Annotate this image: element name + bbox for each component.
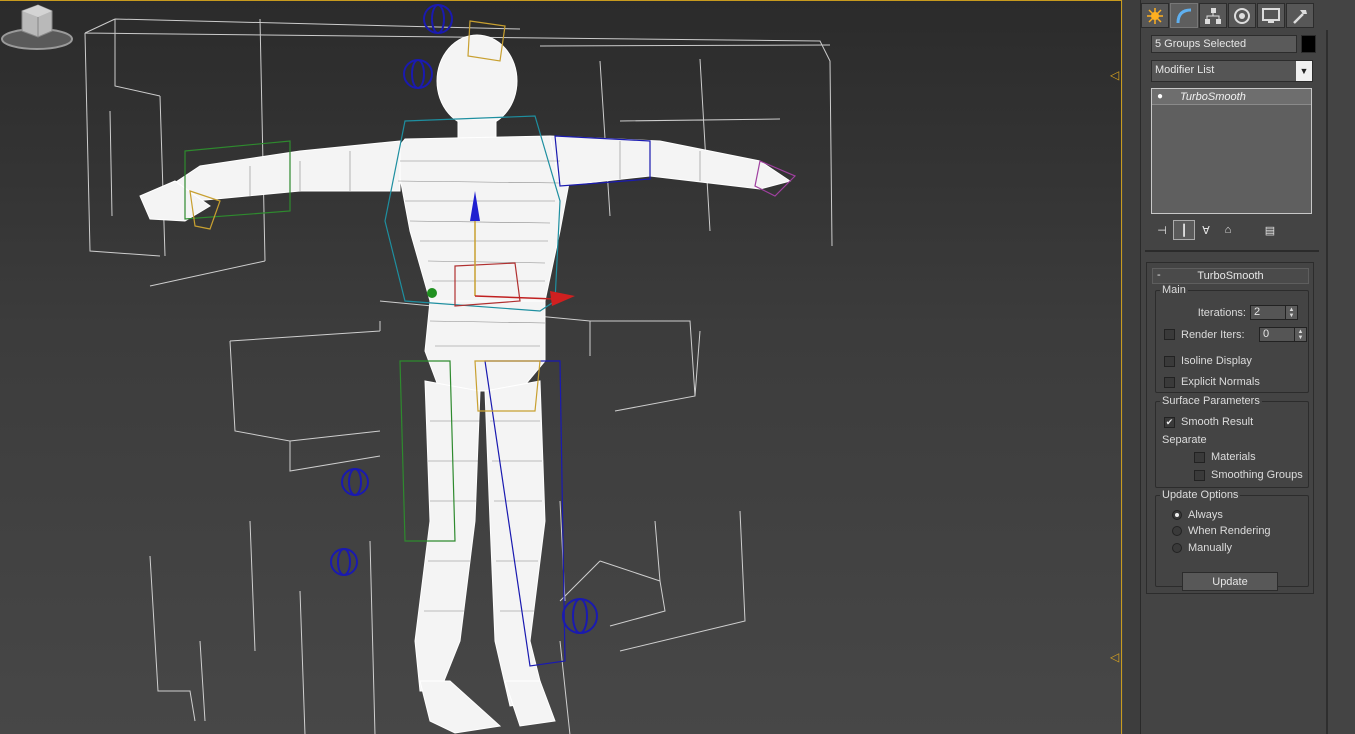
hierarchy-tab[interactable] — [1199, 3, 1227, 28]
object-color-swatch[interactable] — [1301, 35, 1316, 53]
viewport-panel-divider[interactable] — [1123, 0, 1141, 734]
modify-tab[interactable] — [1170, 3, 1198, 28]
option-when-rendering-row: When Rendering — [1172, 525, 1271, 537]
stack-toolbar: ⊣ ┃ ∀ ⌂ ▤ — [1151, 219, 1316, 241]
stack-item-label: TurboSmooth — [1180, 90, 1246, 103]
smoothing-groups-row: Smoothing Groups — [1194, 469, 1303, 481]
manually-label: Manually — [1188, 542, 1233, 554]
scene-render — [84, 4, 833, 734]
remove-modifier-icon[interactable]: ⌂ — [1217, 220, 1239, 240]
monitor-icon — [1262, 7, 1280, 23]
configure-modifier-sets-icon[interactable]: ▤ — [1259, 220, 1281, 240]
explicit-normals-label: Explicit Normals — [1181, 376, 1260, 388]
smooth-result-label: Smooth Result — [1181, 416, 1254, 428]
command-panel: 5 Groups Selected Modifier List ▼ ● Turb… — [1141, 0, 1355, 734]
panel-scroll-edge[interactable] — [1326, 30, 1328, 734]
render-iters-spinner[interactable]: 0 — [1259, 327, 1295, 342]
rollout-title: TurboSmooth — [1197, 270, 1264, 282]
motion-circle-icon — [1234, 7, 1250, 24]
separate-row: Separate — [1162, 434, 1207, 446]
smooth-result-row: ✔ Smooth Result — [1164, 416, 1253, 428]
display-tab[interactable] — [1257, 3, 1285, 28]
iterations-row: Iterations: 2 ▲ ▼ — [1156, 305, 1298, 320]
lightbulb-icon[interactable]: ● — [1152, 91, 1168, 102]
utilities-tab[interactable] — [1286, 3, 1314, 28]
character-mesh — [139, 34, 792, 734]
iterations-label: Iterations: — [1197, 306, 1246, 319]
modifier-list-dropdown[interactable]: Modifier List ▼ — [1151, 60, 1313, 82]
explicit-normals-checkbox[interactable] — [1164, 376, 1175, 388]
selection-name-field[interactable]: 5 Groups Selected — [1151, 35, 1297, 53]
show-end-result-icon[interactable]: ┃ — [1173, 220, 1195, 240]
modifier-list-label: Modifier List — [1155, 64, 1215, 76]
when-rendering-radio[interactable] — [1172, 526, 1182, 536]
stack-item-turbosmooth[interactable]: ● TurboSmooth — [1152, 89, 1311, 105]
perspective-viewport[interactable]: ◁ ◁ — [0, 0, 1122, 734]
motion-tab[interactable] — [1228, 3, 1256, 28]
modifier-stack[interactable]: ● TurboSmooth — [1151, 88, 1312, 214]
surface-parameters-group: Surface Parameters ✔ Smooth Result Separ… — [1155, 395, 1309, 488]
separate-label: Separate — [1162, 434, 1207, 446]
viewcube-icon[interactable] — [0, 1, 74, 53]
isoline-display-label: Isoline Display — [1181, 355, 1252, 367]
main-legend: Main — [1162, 284, 1186, 296]
option-always-row: Always — [1172, 509, 1223, 521]
isoline-display-checkbox[interactable] — [1164, 355, 1175, 367]
bend-curve-icon — [1176, 8, 1192, 23]
hammer-icon — [1293, 9, 1307, 24]
surface-parameters-legend: Surface Parameters — [1162, 395, 1260, 407]
rollout-header[interactable]: - TurboSmooth — [1152, 268, 1309, 284]
collapse-icon[interactable]: - — [1157, 269, 1161, 281]
iterations-spinner[interactable]: 2 — [1250, 305, 1286, 320]
when-rendering-label: When Rendering — [1188, 525, 1271, 537]
make-unique-icon[interactable]: ∀ — [1195, 220, 1217, 240]
create-tab[interactable] — [1141, 3, 1169, 28]
pin-stack-icon[interactable]: ⊣ — [1151, 220, 1173, 240]
chevron-down-icon[interactable]: ▼ — [1296, 61, 1312, 81]
viewport-edge-marker-bottom: ◁ — [1110, 650, 1120, 664]
render-iters-spinner-arrows[interactable]: ▲ ▼ — [1295, 327, 1307, 342]
explicit-normals-row: Explicit Normals — [1164, 376, 1260, 388]
command-panel-tabs — [1141, 3, 1314, 29]
update-options-legend: Update Options — [1162, 489, 1239, 501]
turbosmooth-rollout: - TurboSmooth Main Iterations: 2 ▲ ▼ Rend… — [1146, 262, 1314, 594]
hierarchy-icon — [1205, 7, 1221, 24]
always-label: Always — [1188, 509, 1223, 521]
render-iters-label: Render Iters: — [1181, 328, 1245, 341]
sun-star-icon — [1147, 7, 1163, 24]
render-iters-checkbox[interactable] — [1164, 329, 1175, 340]
update-button[interactable]: Update — [1182, 572, 1278, 591]
update-options-group: Update Options Always When Rendering Man… — [1155, 489, 1309, 591]
smoothing-groups-checkbox[interactable] — [1194, 469, 1205, 481]
isoline-display-row: Isoline Display — [1164, 355, 1252, 367]
smoothing-groups-label: Smoothing Groups — [1211, 469, 1303, 481]
main-group: Main Iterations: 2 ▲ ▼ Render Iters: 0 ▲ ▼… — [1155, 284, 1309, 393]
divider — [1145, 250, 1319, 253]
render-iters-row: Render Iters: 0 ▲ ▼ — [1164, 327, 1307, 342]
materials-row: Materials — [1194, 451, 1256, 463]
materials-checkbox[interactable] — [1194, 451, 1205, 463]
option-manually-row: Manually — [1172, 542, 1232, 554]
manually-radio[interactable] — [1172, 543, 1182, 553]
smooth-result-checkbox[interactable]: ✔ — [1164, 416, 1175, 428]
always-radio[interactable] — [1172, 510, 1182, 520]
materials-label: Materials — [1211, 451, 1256, 463]
viewport-edge-marker-top: ◁ — [1110, 68, 1120, 82]
iterations-spinner-arrows[interactable]: ▲ ▼ — [1286, 305, 1298, 320]
